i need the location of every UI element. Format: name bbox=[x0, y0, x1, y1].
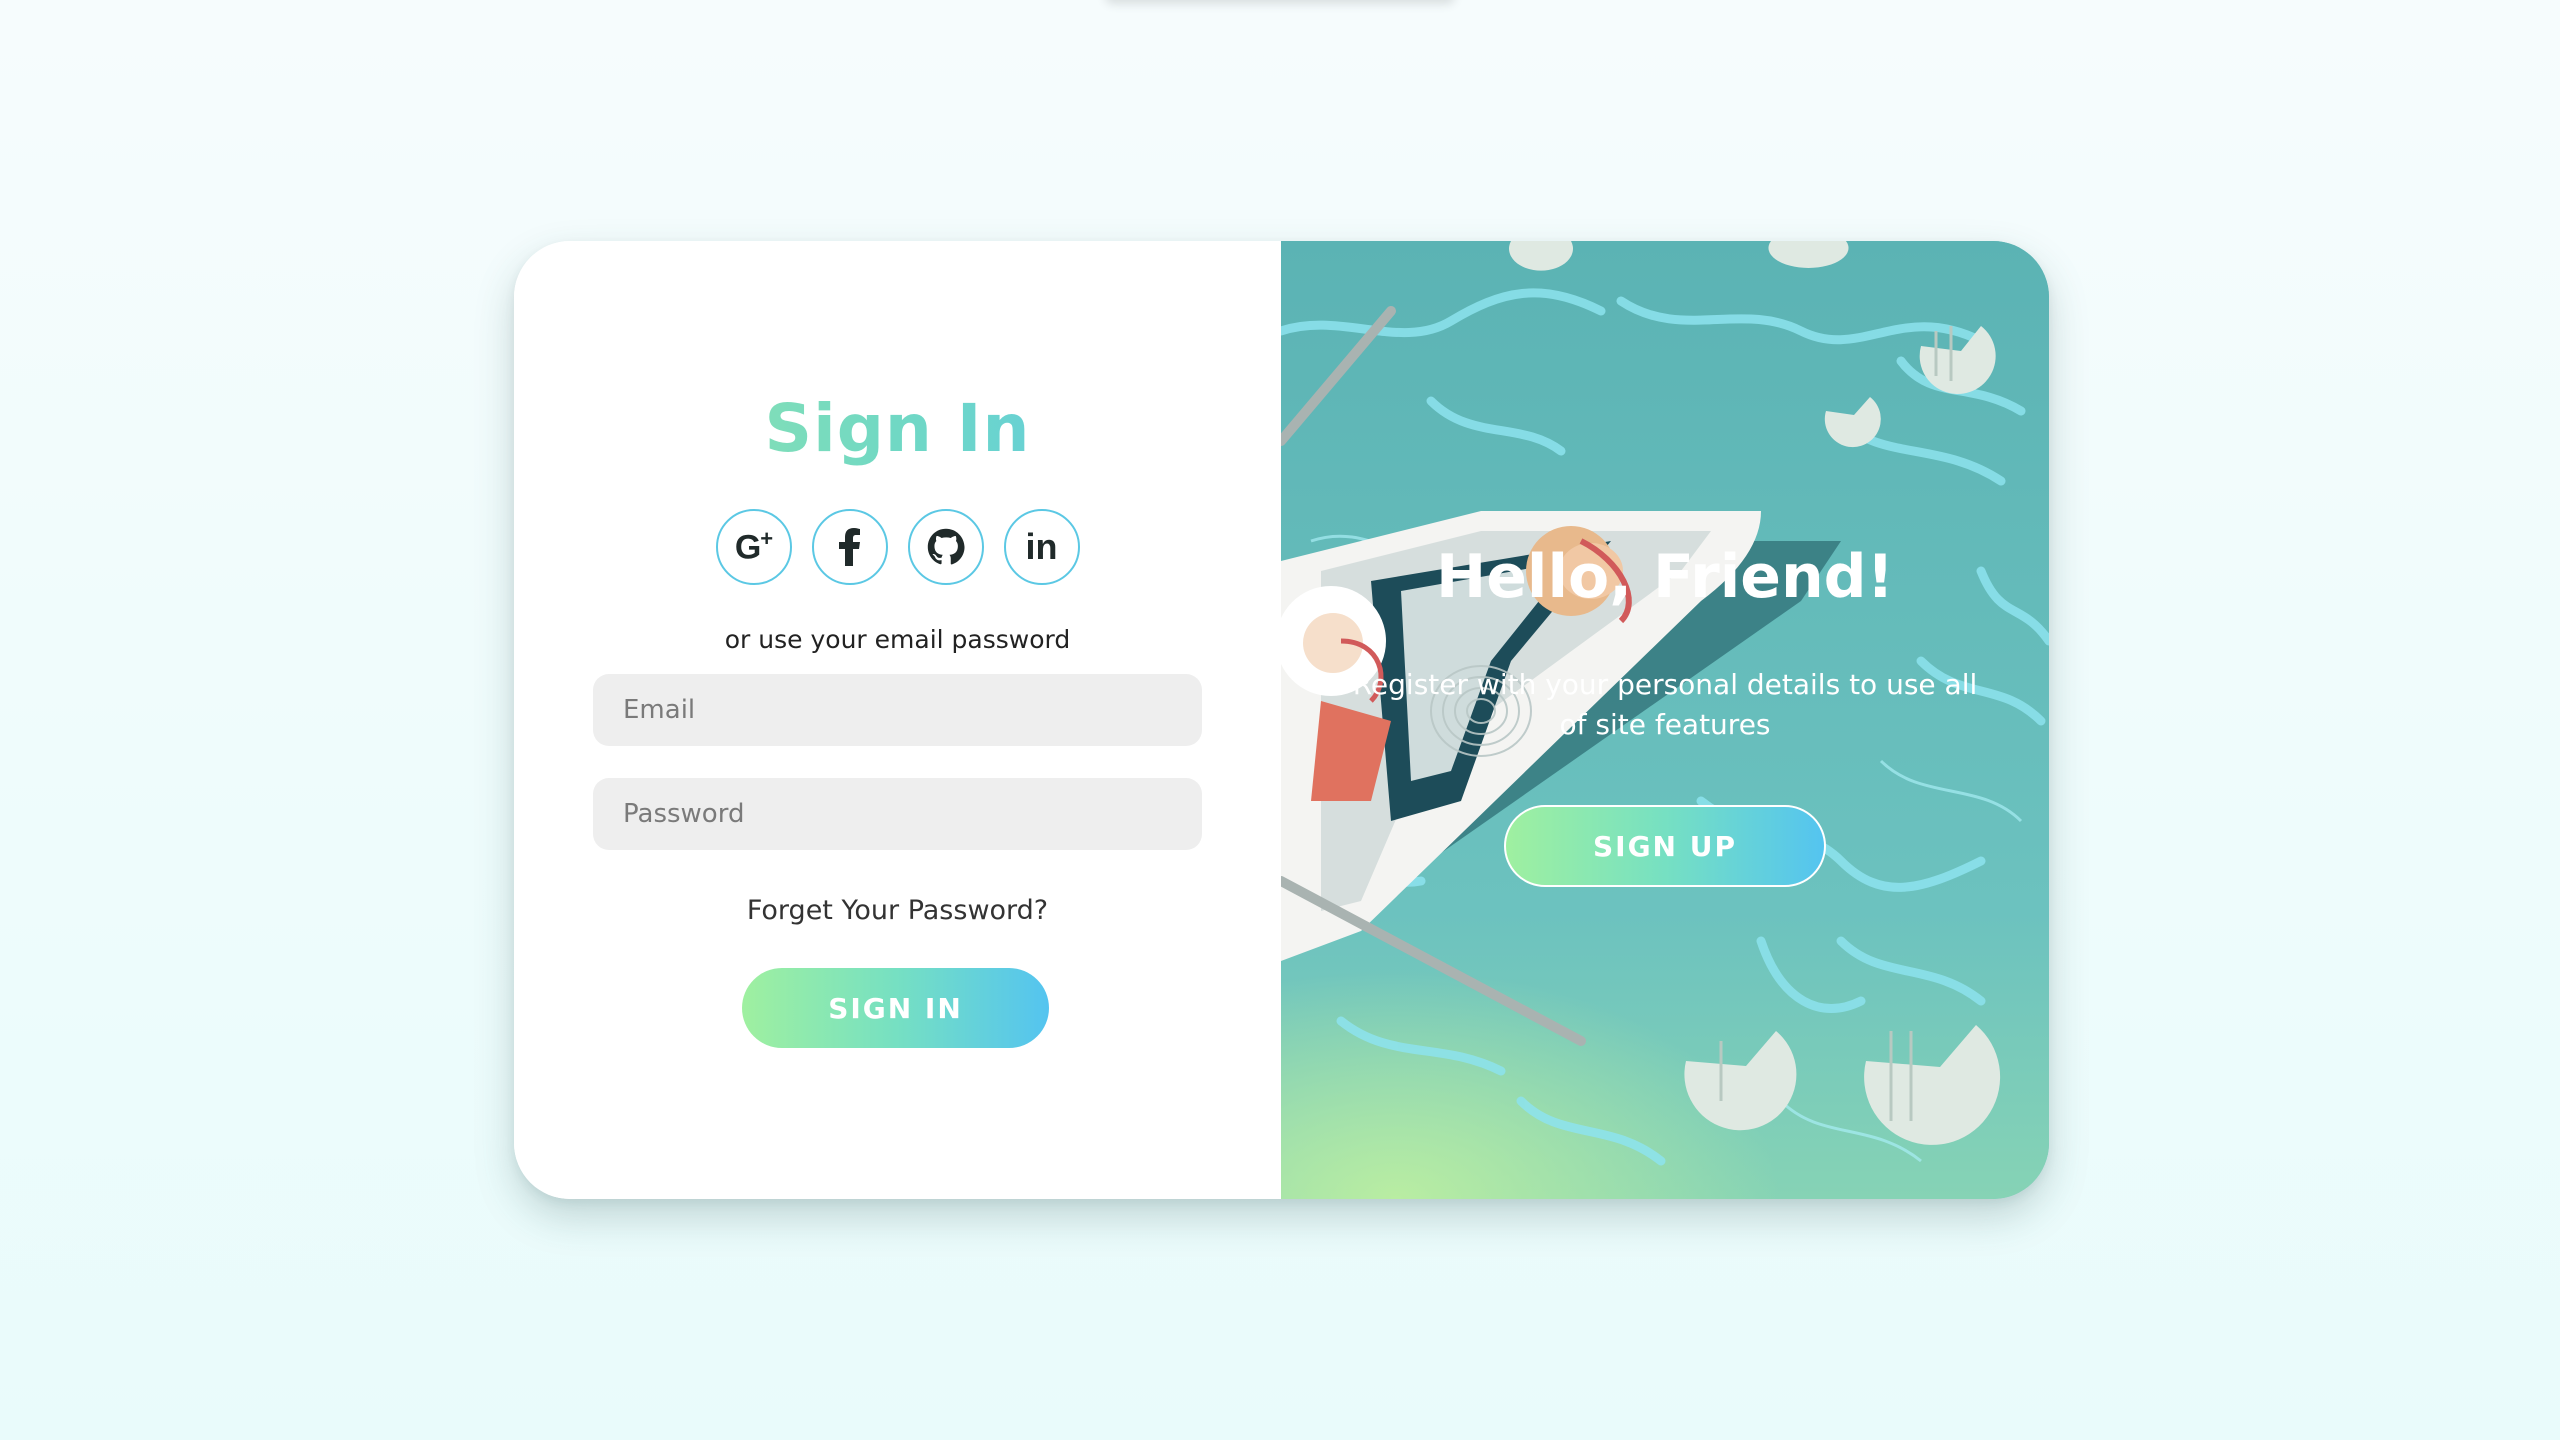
linkedin-button[interactable]: in bbox=[1003, 509, 1080, 585]
signup-button[interactable]: SIGN UP bbox=[1504, 805, 1826, 887]
email-login-hint: or use your email password bbox=[724, 625, 1071, 654]
signin-button[interactable]: SIGN IN bbox=[742, 968, 1049, 1048]
signup-title: Hello, Friend! bbox=[1436, 542, 1894, 612]
github-button[interactable] bbox=[907, 509, 984, 585]
signup-panel: Hello, Friend! Register with your person… bbox=[1281, 241, 2049, 1199]
google-plus-icon: G+ bbox=[734, 526, 773, 567]
facebook-button[interactable] bbox=[811, 509, 888, 585]
linkedin-icon: in bbox=[1025, 526, 1058, 567]
email-input[interactable] bbox=[593, 674, 1202, 746]
auth-card: Sign In G+ in or use your email password… bbox=[514, 241, 2049, 1199]
facebook-icon bbox=[838, 528, 861, 566]
signin-title: Sign In bbox=[514, 389, 1281, 468]
password-input[interactable] bbox=[593, 778, 1202, 850]
social-login-row: G+ in bbox=[514, 509, 1281, 585]
github-icon bbox=[927, 528, 965, 566]
signin-panel: Sign In G+ in or use your email password… bbox=[514, 241, 1281, 1199]
signup-description: Register with your personal details to u… bbox=[1352, 668, 1978, 741]
google-plus-button[interactable]: G+ bbox=[715, 509, 792, 585]
forgot-password-link[interactable]: Forget Your Password? bbox=[514, 895, 1281, 926]
